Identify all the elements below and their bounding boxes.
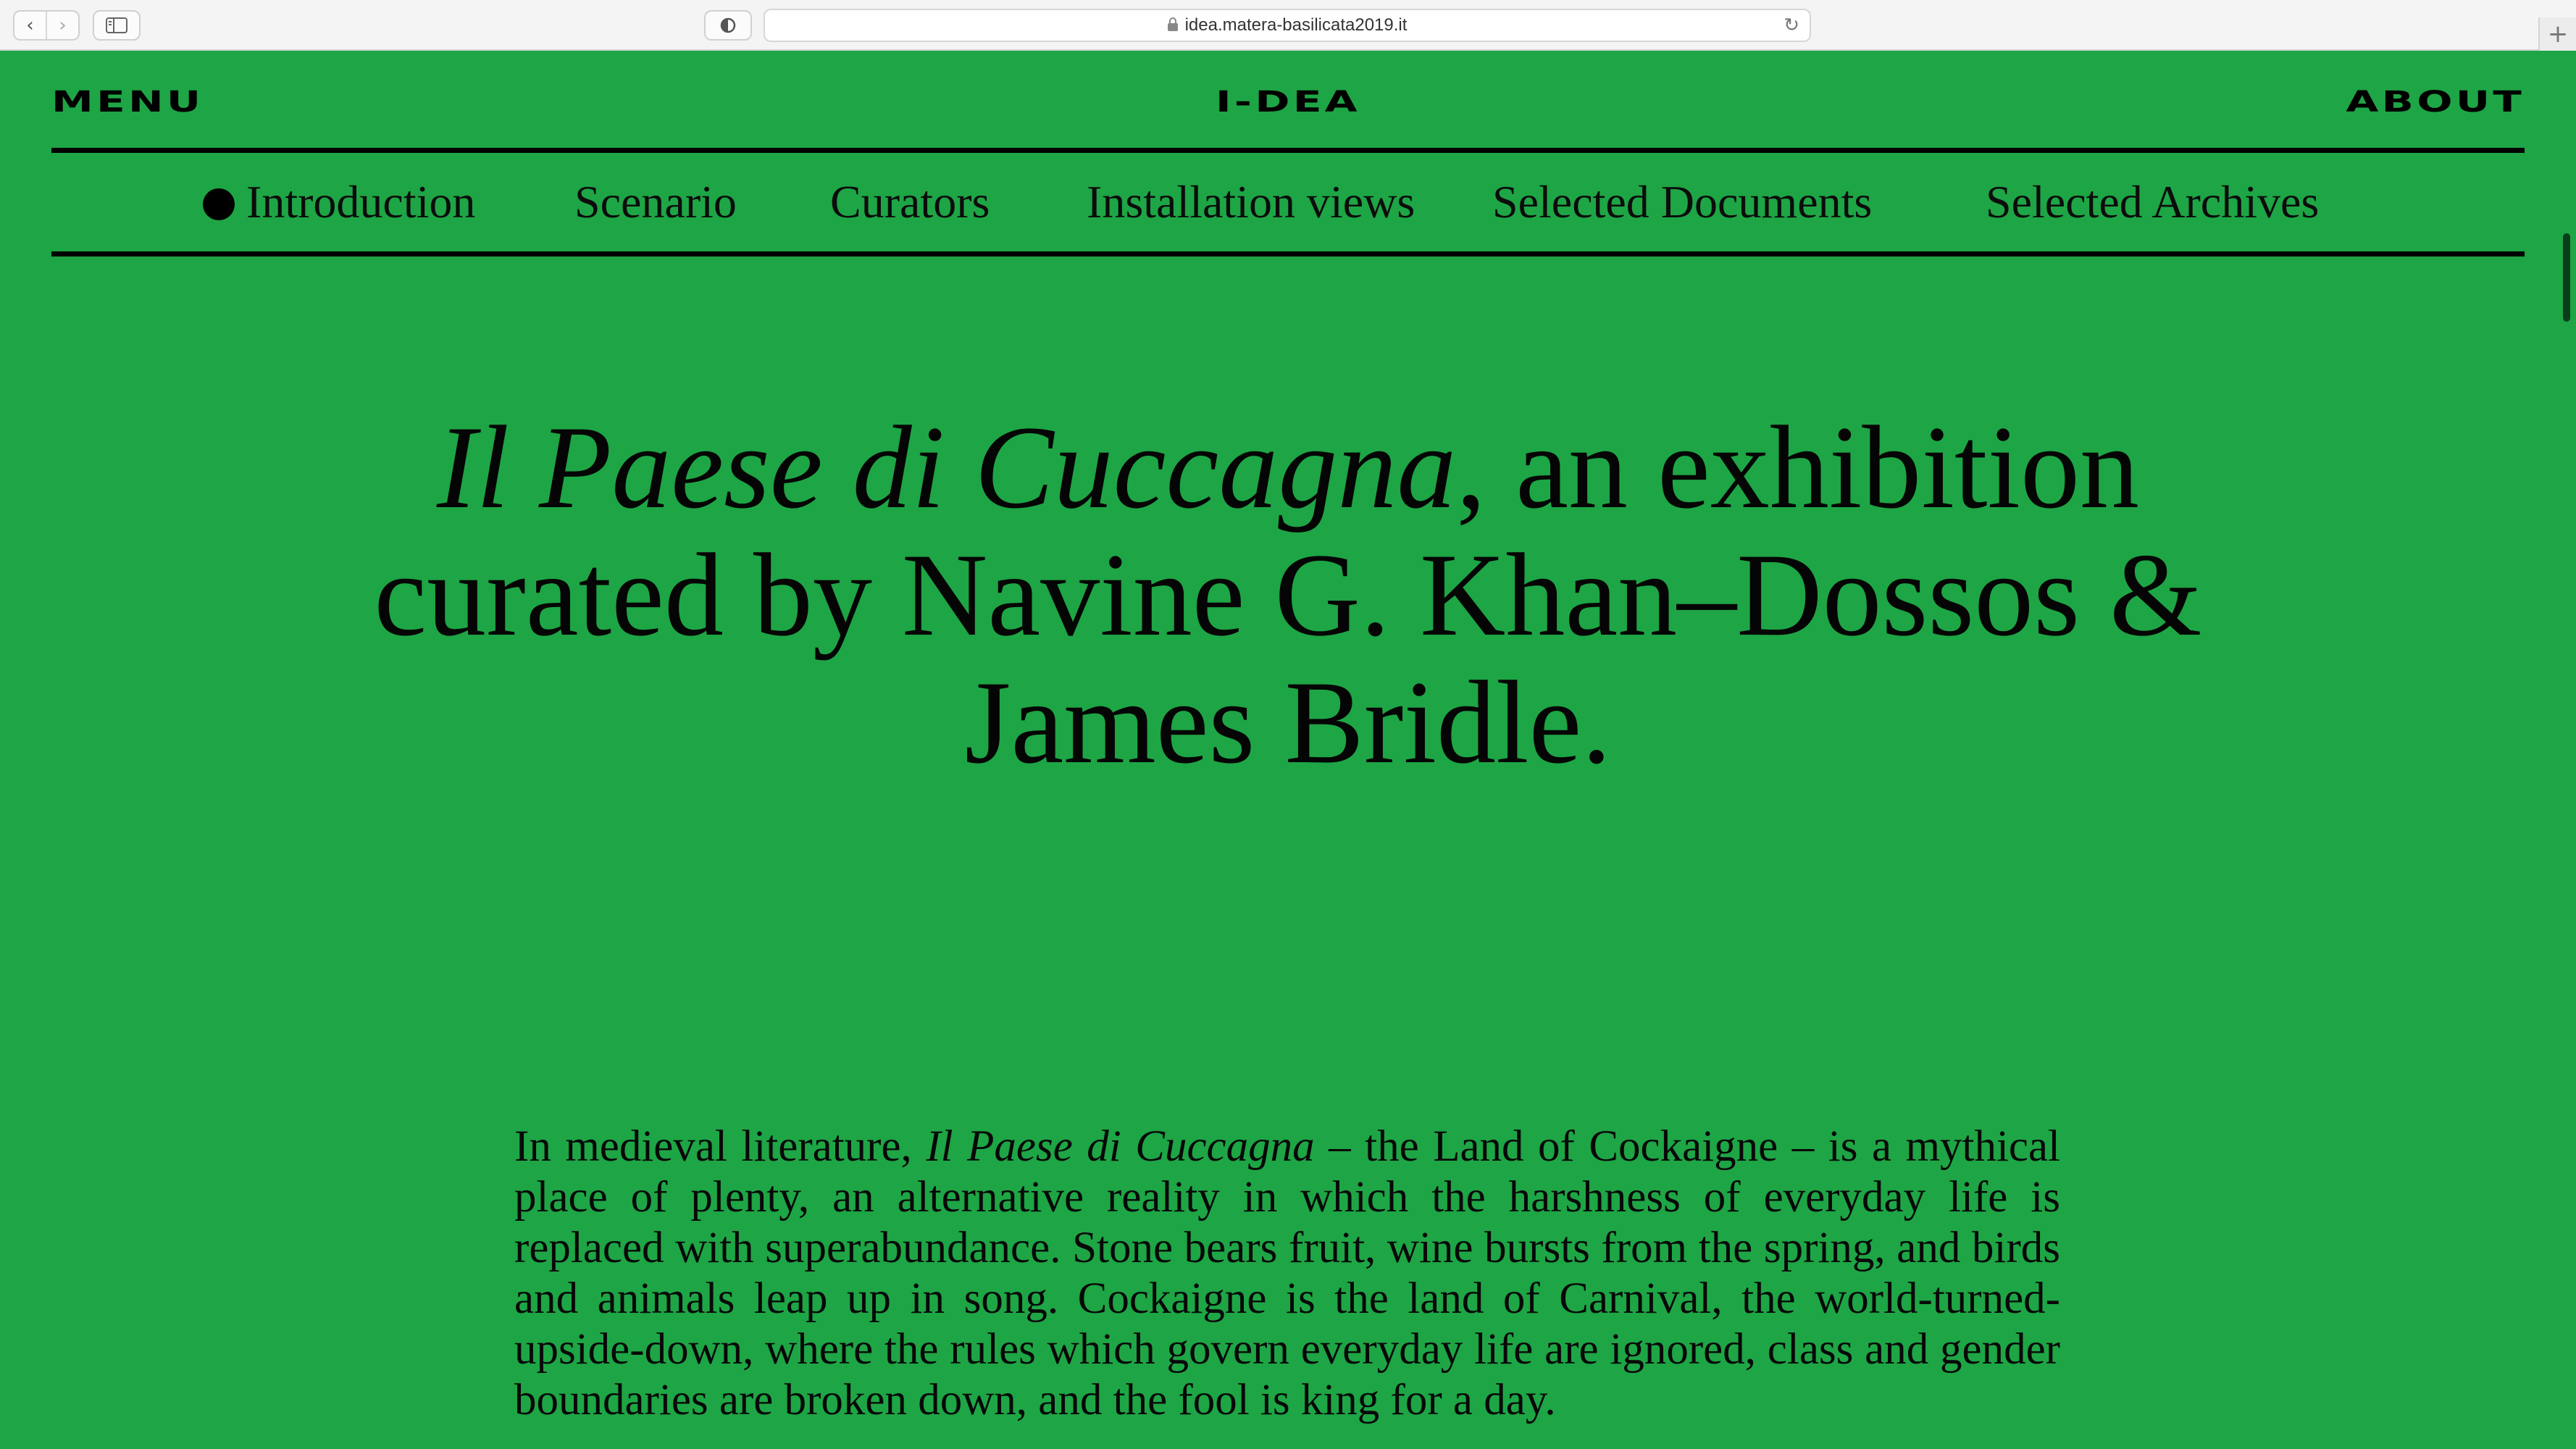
scrollbar[interactable] xyxy=(2563,233,2570,322)
tab-label: Introduction xyxy=(246,176,476,227)
about-button[interactable]: ABOUT xyxy=(2346,85,2525,119)
tab-selected-archives[interactable]: Selected Archives xyxy=(1986,175,2319,230)
tab-introduction[interactable]: Introduction xyxy=(203,175,475,230)
tab-curators[interactable]: Curators xyxy=(830,175,990,230)
tab-scenario[interactable]: Scenario xyxy=(574,175,737,230)
intro-paragraph: In medieval literature, Il Paese di Cucc… xyxy=(514,1122,2060,1426)
section-nav: Introduction Scenario Curators Installat… xyxy=(51,153,2525,251)
page-title: Il Paese di Cuccagna, an exhibition cura… xyxy=(310,404,2266,787)
privacy-report-button[interactable] xyxy=(704,10,752,41)
intro-prefix: In medieval literature, xyxy=(514,1122,927,1171)
shield-icon xyxy=(720,17,736,33)
back-arrow-icon[interactable]: ‹ xyxy=(14,12,46,39)
active-indicator-icon xyxy=(203,188,235,220)
nav-divider xyxy=(51,251,2525,256)
new-tab-button[interactable]: + xyxy=(2538,17,2576,51)
sidebar-toggle-button[interactable] xyxy=(93,10,141,41)
reload-icon[interactable]: ↻ xyxy=(1783,16,1799,35)
url-text: idea.matera-basilicata2019.it xyxy=(1184,15,1408,35)
header-divider xyxy=(51,148,2525,153)
tab-installation-views[interactable]: Installation views xyxy=(1087,175,1415,230)
site-logo[interactable]: I-DEA xyxy=(1216,85,1360,119)
menu-button[interactable]: MENU xyxy=(51,85,204,119)
exhibition-title: Il Paese di Cuccagna xyxy=(436,402,1457,533)
forward-arrow-icon[interactable]: › xyxy=(46,12,78,39)
intro-title-reference: Il Paese di Cuccagna xyxy=(926,1122,1315,1171)
tab-selected-documents[interactable]: Selected Documents xyxy=(1492,175,1872,230)
address-bar[interactable]: idea.matera-basilicata2019.it ↻ xyxy=(764,9,1811,42)
browser-toolbar: ‹ › idea.matera-basilicata2019.it ↻ + xyxy=(0,0,2576,51)
history-buttons: ‹ › xyxy=(13,10,80,41)
site-header: MENU I-DEA ABOUT xyxy=(51,72,2525,130)
sidebar-icon xyxy=(106,17,127,33)
lock-icon xyxy=(1167,17,1178,31)
